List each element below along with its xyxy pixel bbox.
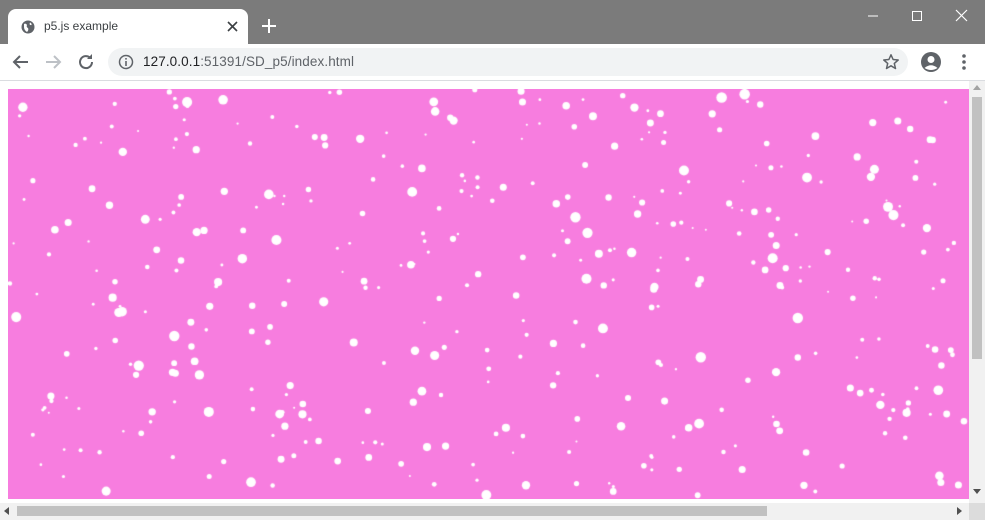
arrow-right-icon[interactable] [43, 52, 63, 72]
globe-icon [21, 20, 35, 34]
star-icon[interactable] [882, 53, 900, 71]
tab-title: p5.js example [44, 19, 119, 33]
url-path: :51391/SD_p5/index.html [200, 54, 355, 69]
p5-canvas-container [8, 89, 969, 499]
url-host: 127.0.0.1 [143, 54, 201, 69]
horizontal-scroll-thumb[interactable] [17, 506, 767, 516]
page-viewport [0, 81, 985, 520]
plus-icon[interactable] [260, 17, 278, 35]
horizontal-scrollbar[interactable] [0, 503, 969, 520]
info-icon[interactable] [118, 54, 134, 70]
scrollbar-corner [969, 503, 985, 520]
scroll-left-arrow-icon[interactable] [4, 507, 9, 515]
title-bar: p5.js example [0, 0, 985, 44]
close-icon[interactable] [226, 20, 239, 33]
scroll-right-arrow-icon[interactable] [957, 507, 962, 515]
scroll-up-arrow-icon[interactable] [973, 85, 981, 90]
vertical-scrollbar[interactable] [969, 81, 985, 503]
address-bar[interactable]: 127.0.0.1:51391/SD_p5/index.html [108, 48, 908, 76]
vertical-scroll-thumb[interactable] [972, 97, 982, 359]
url-text[interactable]: 127.0.0.1:51391/SD_p5/index.html [143, 54, 354, 69]
reload-icon[interactable] [76, 52, 96, 72]
snow-canvas[interactable] [8, 89, 969, 499]
kebab-menu-icon[interactable] [956, 52, 972, 72]
minimize-icon[interactable] [850, 0, 896, 32]
scroll-down-arrow-icon[interactable] [973, 489, 981, 494]
close-icon[interactable] [940, 0, 985, 32]
account-icon[interactable] [920, 51, 942, 73]
browser-toolbar: 127.0.0.1:51391/SD_p5/index.html [0, 44, 985, 81]
maximize-icon[interactable] [894, 0, 940, 32]
arrow-left-icon[interactable] [11, 52, 31, 72]
browser-tab[interactable]: p5.js example [8, 9, 248, 44]
